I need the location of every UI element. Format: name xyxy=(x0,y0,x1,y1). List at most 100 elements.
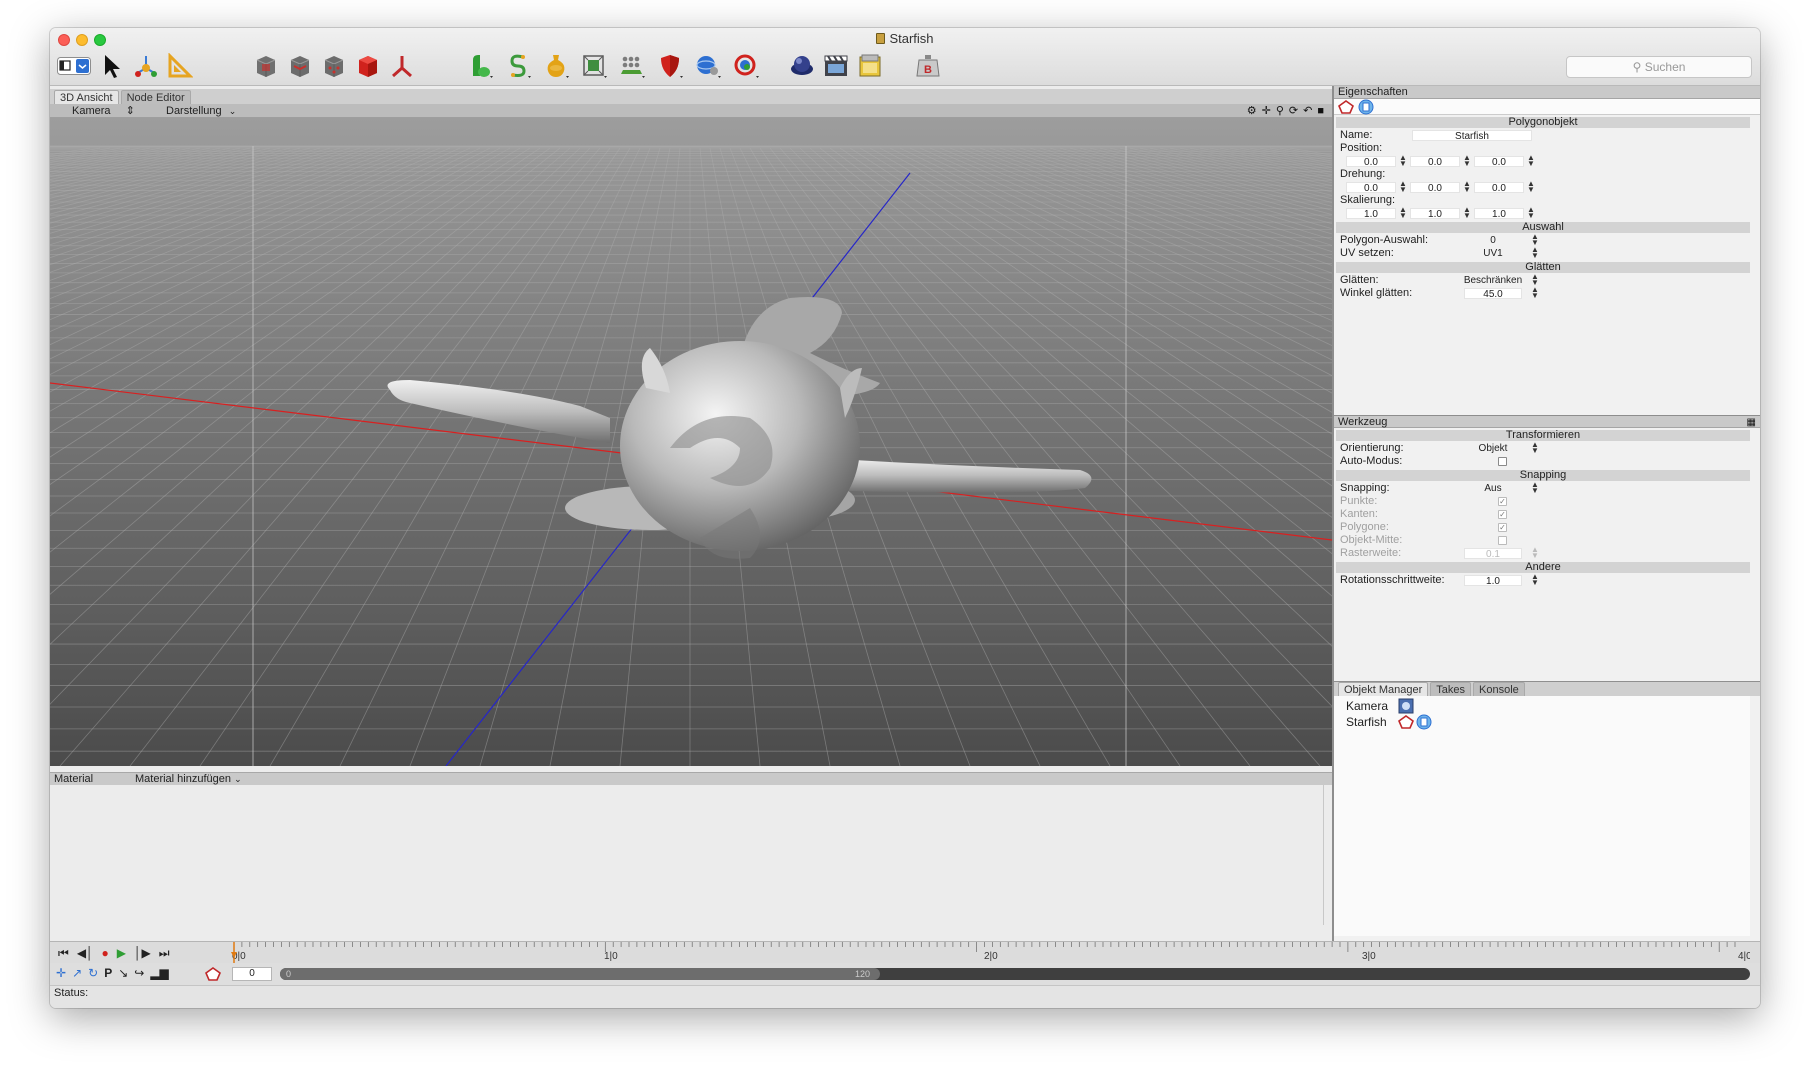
current-frame-field[interactable]: 0 xyxy=(232,967,272,981)
updown-icon[interactable]: ▲ ▼ xyxy=(1531,482,1537,494)
rotate-key-icon[interactable]: ↻ xyxy=(88,966,98,980)
tab-object-manager[interactable]: Objekt Manager xyxy=(1338,682,1428,696)
go-to-start-icon[interactable]: ⏮ xyxy=(58,946,69,961)
starfish-model[interactable] xyxy=(388,297,1092,559)
parameter-key-icon[interactable]: P xyxy=(104,966,112,980)
rotation-h-stepper[interactable]: ▲ ▼ xyxy=(1399,181,1405,193)
axis-tool-button[interactable] xyxy=(386,50,418,82)
orientation-select[interactable]: Objekt xyxy=(1464,443,1522,454)
object-item-starfish[interactable]: Starfish xyxy=(1334,714,1750,730)
position-z-stepper[interactable]: ▲ ▼ xyxy=(1527,155,1533,167)
auto-mode-checkbox[interactable] xyxy=(1498,457,1507,466)
tab-takes[interactable]: Takes xyxy=(1430,682,1471,696)
render-settings-button[interactable] xyxy=(820,50,852,82)
camera-button[interactable] xyxy=(730,50,762,82)
picture-viewer-button[interactable] xyxy=(854,50,886,82)
render-view-button[interactable] xyxy=(786,50,818,82)
primitive-button[interactable] xyxy=(464,50,496,82)
layout-toggle-button[interactable] xyxy=(56,50,92,82)
3d-viewport[interactable] xyxy=(50,118,1332,766)
position-y-stepper[interactable]: ▲ ▼ xyxy=(1463,155,1469,167)
scale-z-field[interactable]: 1.0 xyxy=(1474,208,1524,219)
settings-gear-icon[interactable]: ⚙ xyxy=(1247,105,1257,117)
object-center-checkbox[interactable] xyxy=(1498,536,1507,545)
display-menu[interactable]: Darstellung ⌄ xyxy=(166,104,236,118)
smoothing-select[interactable]: Beschränken xyxy=(1462,275,1524,286)
select-tool-button[interactable] xyxy=(96,50,128,82)
maximize-view-icon[interactable]: ■ xyxy=(1317,105,1324,117)
undo-view-icon[interactable]: ↶ xyxy=(1303,105,1312,117)
rotation-b-field[interactable]: 0.0 xyxy=(1474,182,1524,193)
edges-checkbox[interactable]: ✓ xyxy=(1498,510,1507,519)
rotation-p-field[interactable]: 0.0 xyxy=(1410,182,1460,193)
array-button[interactable] xyxy=(578,50,610,82)
polygon-object-icon[interactable] xyxy=(1338,100,1354,114)
points-checkbox[interactable]: ✓ xyxy=(1498,497,1507,506)
search-field[interactable]: ⚲ Suchen xyxy=(1566,56,1752,78)
record-icon[interactable]: ● xyxy=(102,946,109,961)
grid-menu-icon[interactable]: ▦ xyxy=(1747,416,1756,429)
scale-x-stepper[interactable]: ▲ ▼ xyxy=(1399,207,1405,219)
grid-width-stepper[interactable]: ▲ ▼ xyxy=(1531,547,1537,559)
spline-button[interactable] xyxy=(502,50,534,82)
grid-width-field[interactable]: 0.1 xyxy=(1464,548,1522,559)
particle-button[interactable] xyxy=(616,50,648,82)
deformer-button[interactable] xyxy=(654,50,686,82)
tab-console[interactable]: Konsole xyxy=(1473,682,1525,696)
forward-arrow-icon[interactable]: 🡊 xyxy=(1753,85,1756,99)
cube-view-3-button[interactable] xyxy=(318,50,350,82)
play-icon[interactable]: ▶ xyxy=(117,946,126,961)
range-slider-track[interactable]: 0 120 xyxy=(280,968,1750,980)
pla-key-icon[interactable]: ↪ xyxy=(134,966,144,980)
cube-view-2-button[interactable] xyxy=(284,50,316,82)
material-list[interactable] xyxy=(50,785,1324,925)
rotation-h-field[interactable]: 0.0 xyxy=(1346,182,1396,193)
polygons-checkbox[interactable]: ✓ xyxy=(1498,523,1507,532)
nurbs-button[interactable] xyxy=(540,50,572,82)
move-key-icon[interactable]: ✛ xyxy=(56,966,66,980)
tab-node-editor[interactable]: Node Editor xyxy=(121,90,191,104)
zoom-icon[interactable]: ⚲ xyxy=(1276,105,1284,117)
scene-canvas[interactable] xyxy=(50,118,1332,766)
point-level-icon[interactable]: ↘ xyxy=(118,966,128,980)
scale-y-stepper[interactable]: ▲ ▼ xyxy=(1463,207,1469,219)
timeline-ruler[interactable]: 0|0 1|0 2|0 3|0 4|0 xyxy=(230,942,1750,964)
scene-button[interactable] xyxy=(692,50,724,82)
position-z-field[interactable]: 0.0 xyxy=(1474,156,1524,167)
range-slider-selection[interactable] xyxy=(280,968,880,980)
key-graph-icon[interactable]: ▂▆ xyxy=(150,966,168,980)
camera-menu[interactable]: Kamera ⇕ xyxy=(72,104,135,118)
pan-icon[interactable]: ✛ xyxy=(1262,105,1271,117)
step-forward-icon[interactable]: │▶ xyxy=(134,946,151,961)
add-material-menu[interactable]: Material hinzufügen ⌄ xyxy=(135,773,242,785)
cube-view-1-button[interactable] xyxy=(250,50,282,82)
polygon-selection-select[interactable]: 0 xyxy=(1464,235,1522,246)
tab-3d-view[interactable]: 3D Ansicht xyxy=(54,90,119,104)
smoothing-angle-field[interactable]: 45.0 xyxy=(1464,288,1522,299)
go-to-end-icon[interactable]: ⏭ xyxy=(159,946,170,961)
keyframe-object-icon[interactable] xyxy=(205,967,221,981)
position-y-field[interactable]: 0.0 xyxy=(1410,156,1460,167)
object-item-camera[interactable]: Kamera xyxy=(1334,698,1750,714)
scale-z-stepper[interactable]: ▲ ▼ xyxy=(1527,207,1533,219)
rotation-step-stepper[interactable]: ▲ ▼ xyxy=(1531,574,1537,586)
name-field[interactable]: Starfish xyxy=(1412,130,1532,141)
updown-icon[interactable]: ▲ ▼ xyxy=(1531,442,1537,454)
bake-button[interactable]: B xyxy=(912,50,944,82)
uv-select[interactable]: UV1 xyxy=(1464,248,1522,259)
position-x-stepper[interactable]: ▲ ▼ xyxy=(1399,155,1405,167)
orbit-icon[interactable]: ⟳ xyxy=(1289,105,1298,117)
scale-y-field[interactable]: 1.0 xyxy=(1410,208,1460,219)
measure-tool-button[interactable] xyxy=(164,50,196,82)
uv-tag-icon[interactable] xyxy=(1416,714,1432,730)
scale-key-icon[interactable]: ↗ xyxy=(72,966,82,980)
snapping-select[interactable]: Aus xyxy=(1464,483,1522,494)
uv-tag-icon[interactable] xyxy=(1358,99,1374,115)
scale-x-field[interactable]: 1.0 xyxy=(1346,208,1396,219)
position-x-field[interactable]: 0.0 xyxy=(1346,156,1396,167)
cube-model-button[interactable] xyxy=(352,50,384,82)
move-tool-button[interactable] xyxy=(130,50,162,82)
rotation-b-stepper[interactable]: ▲ ▼ xyxy=(1527,181,1533,193)
smoothing-angle-stepper[interactable]: ▲ ▼ xyxy=(1531,287,1537,299)
step-back-icon[interactable]: ◀│ xyxy=(77,946,94,961)
